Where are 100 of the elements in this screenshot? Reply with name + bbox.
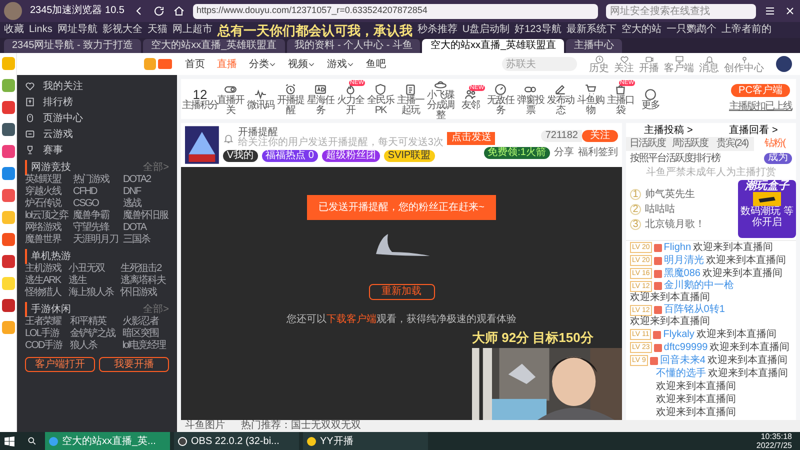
header-link[interactable]: 客户端 <box>664 64 694 74</box>
category-link[interactable]: 和平精英 <box>70 316 118 328</box>
category-link[interactable]: 热门游戏 <box>73 174 119 186</box>
clock-icon[interactable] <box>594 54 604 64</box>
category-link[interactable]: 暗区突围 <box>122 328 169 340</box>
chat-username[interactable]: 金川鹅的中一枪 <box>664 280 734 292</box>
bookmark-link[interactable]: 上帝者前的 <box>721 25 772 35</box>
user-avatar[interactable] <box>4 2 22 20</box>
category-link[interactable]: 火影忍者 <box>122 316 169 328</box>
taskbar-app[interactable]: YY开播 <box>303 432 428 450</box>
taskbar-app[interactable]: OBS 22.0.2 (32-bi... <box>174 432 299 450</box>
bookmark-link[interactable]: U盘启动制 <box>462 25 510 35</box>
tool-label[interactable]: 微讯码 <box>247 100 274 110</box>
header-link[interactable]: 创作中心 <box>724 64 764 74</box>
app-icon[interactable] <box>2 233 14 246</box>
bookmark-link[interactable]: 最新系统下 <box>566 25 616 35</box>
app-icon[interactable] <box>2 299 14 312</box>
browser-tab[interactable]: 空大的站xx直播_英雄联盟直 <box>143 39 285 53</box>
category-link[interactable]: 海上狼人杀 <box>68 287 117 299</box>
nav-link[interactable]: 游戏 <box>327 56 354 72</box>
video-icon[interactable] <box>644 54 654 64</box>
tool-label[interactable]: 主播一起玩 <box>396 96 425 116</box>
nav-link[interactable]: 直播 <box>217 56 237 72</box>
cart-icon[interactable] <box>584 82 597 96</box>
app-icon[interactable] <box>2 167 14 180</box>
panel-tab[interactable]: 日活跃度 <box>626 137 668 151</box>
logo-icon[interactable] <box>143 56 173 72</box>
tool-label[interactable]: 友邻 <box>462 100 480 110</box>
panel-link[interactable]: 主播投稿 > <box>644 122 693 138</box>
category-link[interactable]: 生死狙击2 <box>120 263 169 275</box>
search-icon[interactable] <box>27 436 37 446</box>
category-link[interactable]: lol云顶之弈 <box>25 210 69 222</box>
refresh-icon[interactable] <box>152 5 164 17</box>
bookmark-link[interactable]: 一只鹦鹉个 <box>666 25 716 35</box>
panel-tab[interactable]: 周活跃度 <box>668 137 711 151</box>
chat-username[interactable]: 百阵铭从0转1 <box>664 304 725 316</box>
chat-username[interactable]: 不懂的选手 <box>656 368 706 380</box>
sidebar-item[interactable]: 云游戏 <box>43 126 73 142</box>
category-link[interactable]: 魔兽怀旧服 <box>123 210 169 222</box>
close-icon[interactable] <box>784 5 796 17</box>
panel-tab[interactable]: 贵宾(24) <box>711 137 754 151</box>
category-link[interactable]: CFHD <box>73 186 119 198</box>
tool-label[interactable]: 发布动态 <box>546 96 575 116</box>
signin-link[interactable]: 福利签到 <box>578 145 618 160</box>
tool-label[interactable]: 弹窗投票 <box>516 96 545 116</box>
nav-link[interactable]: 鱼吧 <box>366 56 386 72</box>
follow-button[interactable]: 关注 <box>582 130 618 142</box>
browser-tab[interactable]: 我的资料 - 个人中心 - 斗鱼 <box>286 39 420 53</box>
app-icon[interactable] <box>2 123 14 136</box>
bookmark-link[interactable]: 影视大全 <box>102 25 142 35</box>
category-link[interactable]: CSGO <box>73 198 119 210</box>
sidebar-item[interactable]: 赛事 <box>43 142 63 158</box>
bookmark-link[interactable]: 好123导航 <box>514 25 562 35</box>
tool-label[interactable]: 火力全开 <box>336 96 365 116</box>
home-icon[interactable] <box>172 5 184 17</box>
nav-link[interactable]: 首页 <box>185 56 205 72</box>
browser-tab[interactable]: 空大的站xx直播_英雄联盟直 <box>422 39 564 53</box>
pc-note[interactable]: 主播版扣已上线 <box>729 99 792 114</box>
room-cover[interactable] <box>185 125 219 165</box>
windows-icon[interactable] <box>4 436 15 446</box>
bookmark-link[interactable]: 空大的站 <box>621 25 662 35</box>
room-badge[interactable]: 福福热点 0 <box>262 150 318 162</box>
wave-icon[interactable] <box>254 88 267 100</box>
chat-username[interactable]: Flykaly <box>663 328 694 340</box>
category-link[interactable]: DOTA2 <box>123 174 169 186</box>
sidebar-item[interactable]: 我的关注 <box>43 78 83 94</box>
panel-link[interactable]: 直播回看 > <box>729 122 778 138</box>
chat-username[interactable]: Flighn <box>664 242 692 254</box>
more-link[interactable]: 全部> <box>143 302 169 317</box>
browser-tab[interactable]: 主播中心 <box>566 39 622 53</box>
more-link[interactable]: 全部> <box>143 160 169 175</box>
category-link[interactable]: 三国杀 <box>123 234 169 246</box>
room-badge[interactable]: SVIP联盟 <box>384 150 435 162</box>
sidebar-item[interactable]: 排行榜 <box>43 94 73 110</box>
app-icon[interactable] <box>2 145 14 158</box>
gauge-icon[interactable] <box>494 82 507 96</box>
nav-link[interactable]: 视频 <box>288 56 315 72</box>
bookmark-link[interactable]: 秒杀推荐 <box>417 25 458 35</box>
tool-label[interactable]: 无敌任务 <box>486 96 515 116</box>
pin-icon[interactable] <box>740 54 748 64</box>
bag-icon[interactable] <box>614 82 627 96</box>
sidebar-button[interactable]: 我要开播 <box>99 357 169 372</box>
category-link[interactable]: 怀旧游戏 <box>120 287 169 299</box>
category-link[interactable]: 金铲铲之战 <box>70 328 118 340</box>
category-link[interactable]: 逃生 <box>68 275 117 287</box>
bookmark-link[interactable]: 收藏 <box>4 25 24 35</box>
header-link[interactable]: 开播 <box>639 64 659 74</box>
category-link[interactable]: 天涯明月刀 <box>73 234 119 246</box>
category-link[interactable]: 逃战 <box>123 198 169 210</box>
download-link[interactable]: 下载客户端 <box>326 312 376 327</box>
search-input[interactable]: 苏联夫 <box>506 56 573 72</box>
more-icon[interactable] <box>644 88 657 100</box>
monitor-icon[interactable] <box>674 54 684 64</box>
bookmark-link[interactable]: 天猫 <box>147 25 168 35</box>
send-button[interactable]: 点击发送 <box>447 132 496 144</box>
rocket-badge[interactable]: 免费领:1火箭 <box>484 146 550 158</box>
header-link[interactable]: 消息 <box>699 64 719 74</box>
category-link[interactable]: 英雄联盟 <box>25 174 69 186</box>
category-link[interactable]: LOL手游 <box>25 328 66 340</box>
reload-button[interactable]: 重新加载 <box>368 284 434 300</box>
